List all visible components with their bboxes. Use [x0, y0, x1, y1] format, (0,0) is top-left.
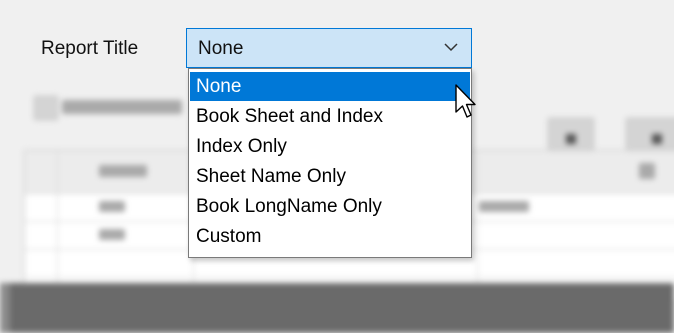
- option-sheet-name-only[interactable]: Sheet Name Only: [190, 162, 470, 191]
- report-title-selected-value: None: [198, 38, 244, 59]
- option-book-sheet-and-index[interactable]: Book Sheet and Index: [190, 102, 470, 131]
- option-custom[interactable]: Custom: [190, 222, 470, 251]
- option-book-longname-only[interactable]: Book LongName Only: [190, 192, 470, 221]
- option-index-only[interactable]: Index Only: [190, 132, 470, 161]
- bottom-bar: [0, 283, 674, 333]
- chevron-down-icon: [444, 43, 458, 52]
- toolbar-label: [62, 100, 182, 114]
- mouse-pointer-icon: [455, 84, 476, 118]
- report-title-combobox[interactable]: None: [186, 28, 472, 68]
- report-title-dropdown-list: None Book Sheet and Index Index Only She…: [188, 68, 472, 258]
- toolbar-button-new: [34, 96, 58, 120]
- report-title-label: Report Title: [41, 38, 139, 59]
- option-none[interactable]: None: [190, 72, 470, 101]
